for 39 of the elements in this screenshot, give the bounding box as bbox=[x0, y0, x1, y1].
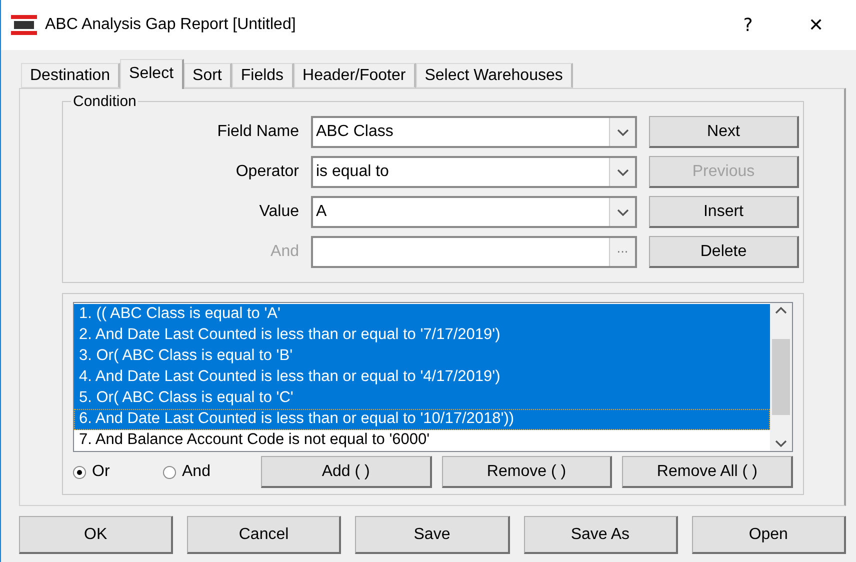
dialog-button[interactable]: OK bbox=[19, 516, 174, 554]
field-label: Field Name bbox=[216, 123, 299, 141]
dialog-button[interactable]: Save As bbox=[524, 516, 678, 554]
list-item[interactable]: 2. And Date Last Counted is less than or equal to '7/17/2019') bbox=[74, 325, 770, 346]
scroll-down-icon bbox=[775, 440, 787, 447]
field-label: Value bbox=[258, 203, 299, 221]
dropdown[interactable]: ABC Class bbox=[311, 116, 637, 148]
tab[interactable]: Fields bbox=[232, 63, 294, 88]
condition-button[interactable]: Insert bbox=[649, 196, 799, 228]
list-item[interactable]: 6. And Date Last Counted is less than or equal to '10/17/2018')) bbox=[74, 409, 770, 430]
list-button[interactable]: Remove ( ) bbox=[442, 456, 612, 488]
tab[interactable]: Select bbox=[120, 59, 184, 89]
list-button[interactable]: Add ( ) bbox=[261, 456, 432, 488]
condition-button[interactable]: Next bbox=[649, 116, 799, 148]
list-item[interactable]: 5. Or( ABC Class is equal to 'C' bbox=[74, 388, 770, 409]
dialog-button[interactable]: Open bbox=[692, 516, 846, 554]
window-title: ABC Analysis Gap Report [Untitled] bbox=[45, 16, 297, 34]
list-button[interactable]: Remove All ( ) bbox=[622, 456, 793, 488]
tab[interactable]: Sort bbox=[184, 63, 232, 88]
dropdown[interactable]: is equal to bbox=[311, 156, 637, 188]
dialog-button[interactable]: Save bbox=[355, 516, 510, 554]
condition-button[interactable]: Delete bbox=[649, 236, 799, 268]
radio-option[interactable]: And bbox=[163, 463, 251, 481]
list-item[interactable]: 3. Or( ABC Class is equal to 'B' bbox=[74, 346, 770, 367]
list-item[interactable]: 4. And Date Last Counted is less than or equal to '4/17/2019') bbox=[74, 367, 770, 388]
tab[interactable]: Header/Footer bbox=[294, 63, 416, 88]
help-button[interactable]: ? bbox=[718, 14, 778, 36]
radio-option[interactable]: Or bbox=[73, 463, 153, 481]
tab[interactable]: Select Warehouses bbox=[416, 63, 573, 88]
app-logo-icon bbox=[11, 14, 37, 36]
close-button[interactable]: ✕ bbox=[786, 14, 846, 36]
field-label: Operator bbox=[234, 163, 299, 181]
dropdown[interactable]: A bbox=[311, 196, 637, 228]
field-label: And bbox=[270, 243, 299, 261]
tab[interactable]: Destination bbox=[21, 63, 120, 88]
scroll-up-icon[interactable] bbox=[775, 307, 787, 314]
scrollbar[interactable] bbox=[770, 303, 792, 451]
list-item[interactable]: 1. (( ABC Class is equal to 'A' bbox=[74, 304, 770, 325]
dialog-button[interactable]: Cancel bbox=[187, 516, 342, 554]
